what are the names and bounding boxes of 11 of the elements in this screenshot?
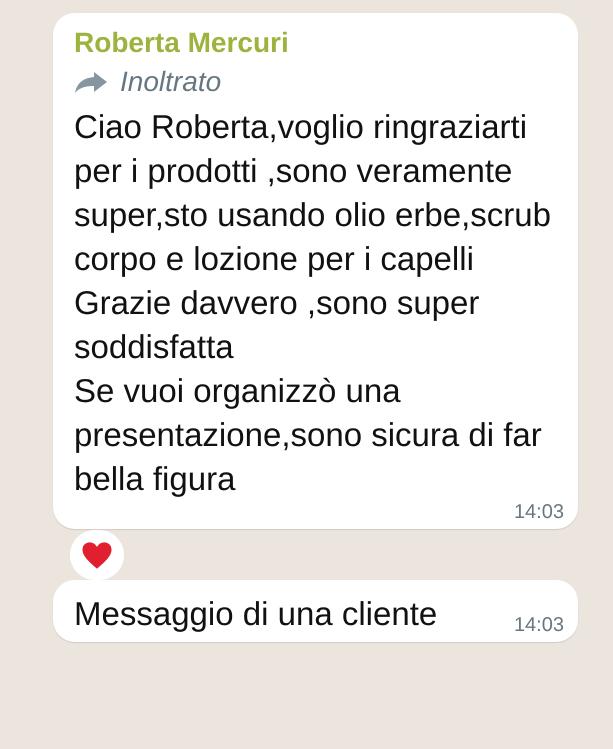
- reaction-badge[interactable]: [70, 530, 124, 580]
- forwarded-label: Inoltrato: [120, 65, 222, 99]
- message-text: Messaggio di una cliente: [74, 594, 438, 634]
- message-text: Ciao Roberta,voglio ringraziarti per i prodotti ,sono veramente super,sto usando olio erbe,scrub corpo e lozione per i capelli: [74, 107, 552, 279]
- message-time: 14:03: [514, 614, 564, 636]
- message-text: Se vuoi organizzò una presentazione,sono sicura di far bella figura: [74, 371, 543, 499]
- heart-icon: [81, 540, 113, 570]
- message-text: Grazie davvero ,sono super soddisfatta: [74, 283, 480, 367]
- message-time: 14:03: [514, 501, 564, 523]
- sender-name: Roberta Mercuri: [74, 26, 290, 60]
- forward-arrow-icon: [74, 70, 108, 94]
